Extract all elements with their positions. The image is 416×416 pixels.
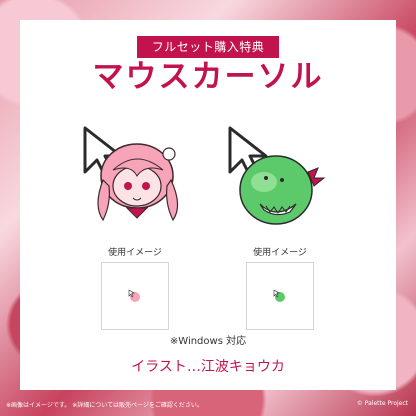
pink-chibi-preview-icon xyxy=(128,289,140,302)
footer-disclaimer: ※画像はイメージです。 ※詳細については販売ページをご確認ください。 xyxy=(6,402,203,409)
usage-label-left: 使用イメージ xyxy=(108,248,162,258)
bonus-badge: フルセット購入特典 xyxy=(137,36,279,58)
dino-icon xyxy=(239,155,326,225)
preview-box-right xyxy=(246,262,314,330)
page-title: マウスカーソル xyxy=(92,59,324,95)
illustrator-credit: イラスト…江波キョウカ xyxy=(131,359,285,375)
usage-label-right: 使用イメージ xyxy=(253,248,307,258)
copyright-text: © Palette Project xyxy=(356,400,408,407)
green-dino-preview-icon xyxy=(273,289,285,302)
character-icon xyxy=(97,143,179,222)
promo-page: フルセット購入特典 マウスカーソル 使用イメージ 使用イメージ ※Windows… xyxy=(0,0,416,416)
pink-chibi-cursor xyxy=(75,120,195,235)
green-dino-cursor xyxy=(220,120,330,230)
preview-box-left xyxy=(101,262,169,330)
os-compatibility-note: ※Windows 対応 xyxy=(169,336,247,347)
